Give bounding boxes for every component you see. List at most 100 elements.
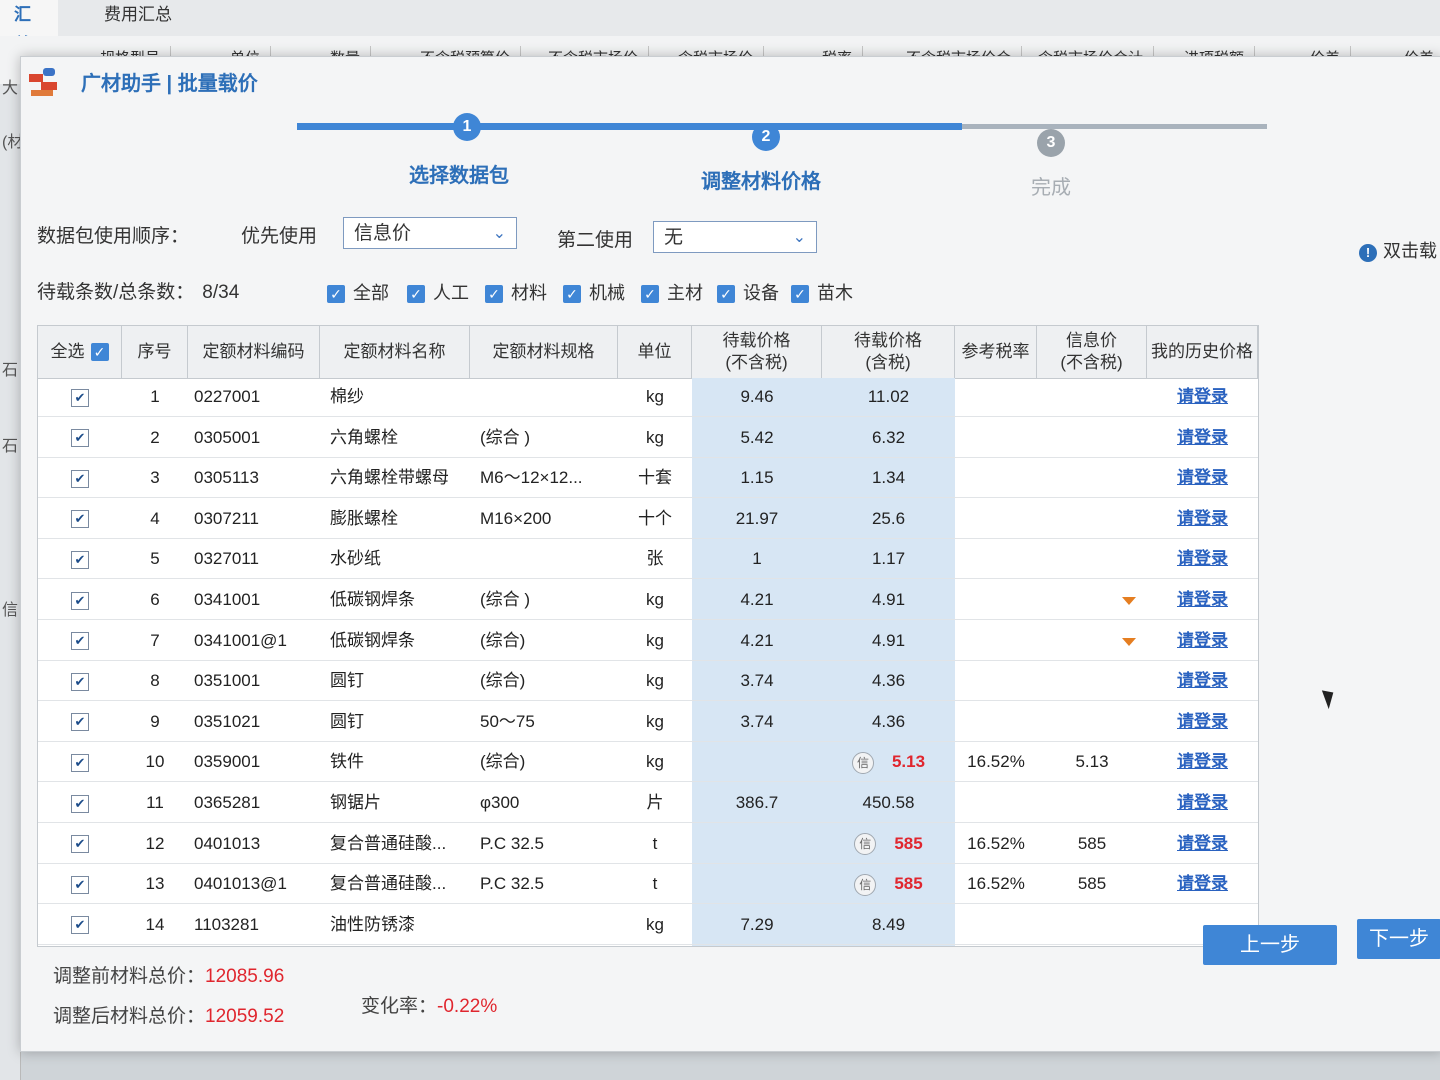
login-link[interactable]: 请登录 xyxy=(1177,468,1228,487)
checkbox-checked-icon[interactable]: ✓ xyxy=(641,285,659,304)
cell-price-in-tax[interactable]: 信 5.13 xyxy=(822,743,955,781)
row-checkbox[interactable]: ✔ xyxy=(71,469,89,488)
cell-price-in-tax[interactable]: 450.58 xyxy=(822,784,955,822)
filter-checkbox-6[interactable]: ✓ 设备 xyxy=(717,279,779,305)
cell-price-in-tax[interactable]: 4.91 xyxy=(822,622,955,660)
login-link[interactable]: 请登录 xyxy=(1177,387,1228,406)
price-flag-icon[interactable] xyxy=(1122,622,1142,660)
cell-name: 钢锯片 xyxy=(330,793,381,812)
cell-unit: 十套 xyxy=(638,468,672,488)
login-link[interactable]: 请登录 xyxy=(1177,671,1228,690)
row-checkbox[interactable]: ✔ xyxy=(71,510,89,529)
login-link[interactable]: 请登录 xyxy=(1177,549,1228,568)
cell-code: 1103281 xyxy=(194,914,259,934)
checkbox-checked-icon[interactable]: ✓ xyxy=(791,285,809,304)
row-checkbox[interactable]: ✔ xyxy=(71,753,89,772)
login-link[interactable]: 请登录 xyxy=(1177,793,1228,812)
table-row[interactable]: ✔ 14 1103281 油性防锈漆 kg 7.29 8.49 xyxy=(38,906,1258,945)
cell-price-in-tax[interactable]: 4.36 xyxy=(822,662,955,700)
price-flag-icon[interactable] xyxy=(1122,581,1142,619)
info-price-badge-icon[interactable]: 信 xyxy=(851,751,874,774)
login-link[interactable]: 请登录 xyxy=(1177,509,1228,528)
cell-price-in-tax[interactable]: 4.36 xyxy=(822,703,955,741)
row-checkbox[interactable]: ✔ xyxy=(71,713,89,732)
cell-price-in-tax[interactable]: 8.49 xyxy=(822,906,955,944)
table-row[interactable]: ✔ 7 0341001@1 低碳钢焊条 (综合) kg 4.21 4.91 请登录 xyxy=(38,622,1258,661)
cell-spec xyxy=(480,540,618,578)
table-row[interactable]: ✔ 10 0359001 铁件 (综合) kg 16.52% 5.13 信 5.13 请登录 xyxy=(38,743,1258,783)
cell-code: 0305113 xyxy=(194,468,259,488)
select-all-checkbox[interactable]: ✓ xyxy=(90,343,109,361)
cell-price-in-tax[interactable]: 11.02 xyxy=(822,378,955,416)
header-select-all[interactable]: 全选 ✓ xyxy=(38,326,122,378)
cell-price-in-tax[interactable]: 4.91 xyxy=(822,581,955,619)
row-select-cell: ✔ xyxy=(38,622,122,660)
login-link[interactable]: 请登录 xyxy=(1177,428,1228,447)
filter-checkbox-1[interactable]: ✓ 全部 xyxy=(327,279,389,305)
info-price-badge-icon[interactable]: 信 xyxy=(854,873,877,896)
login-link[interactable]: 请登录 xyxy=(1177,631,1228,650)
table-row[interactable]: ✔ 4 0307211 膨胀螺栓 M16×200 十个 21.97 25.6 请登录 xyxy=(38,500,1258,539)
login-link[interactable]: 请登录 xyxy=(1177,874,1228,893)
cell-history: 请登录 xyxy=(1147,865,1258,903)
cell-price-in-tax[interactable]: 1.34 xyxy=(822,459,955,497)
login-link[interactable]: 请登录 xyxy=(1177,834,1228,853)
checkbox-checked-icon[interactable]: ✓ xyxy=(563,285,581,304)
row-checkbox[interactable]: ✔ xyxy=(71,875,89,894)
row-checkbox[interactable]: ✔ xyxy=(71,591,89,610)
row-checkbox[interactable]: ✔ xyxy=(71,835,89,854)
table-row[interactable]: ✔ 1 0227001 棉纱 kg 9.46 11.02 请登录 xyxy=(38,378,1258,417)
login-link[interactable]: 请登录 xyxy=(1177,712,1228,731)
filter-checkbox-4[interactable]: ✓ 机械 xyxy=(563,279,625,305)
checkbox-checked-icon[interactable]: ✓ xyxy=(717,285,735,304)
checkbox-checked-icon[interactable]: ✓ xyxy=(327,285,345,304)
filter-checkbox-7[interactable]: ✓ 苗木 xyxy=(791,279,853,305)
cell-history: 请登录 xyxy=(1147,500,1258,538)
row-checkbox[interactable]: ✔ xyxy=(71,388,89,407)
row-checkbox[interactable]: ✔ xyxy=(71,672,89,691)
cell-info xyxy=(1037,784,1147,822)
table-row[interactable]: ✔ 6 0341001 低碳钢焊条 (综合 ) kg 4.21 4.91 请登录 xyxy=(38,581,1258,620)
row-checkbox[interactable]: ✔ xyxy=(71,794,89,813)
row-checkbox[interactable]: ✔ xyxy=(71,632,89,651)
cell-spec: M16×200 xyxy=(480,508,552,528)
cell-price-in-tax[interactable]: 1.17 xyxy=(822,540,955,578)
table-row[interactable]: ✔ 2 0305001 六角螺栓 (综合 ) kg 5.42 6.32 请登录 xyxy=(38,419,1258,458)
cell-history: 请登录 xyxy=(1147,540,1258,578)
second-use-select[interactable]: 无 ⌄ xyxy=(653,221,817,253)
checkbox-checked-icon[interactable]: ✓ xyxy=(485,285,503,304)
login-link[interactable]: 请登录 xyxy=(1177,590,1228,609)
table-row[interactable]: ✔ 12 0401013 复合普通硅酸... P.C 32.5 t 16.52% 585 信 58… xyxy=(38,825,1258,864)
table-row[interactable]: ✔ 13 0401013@1 复合普通硅酸... P.C 32.5 t 16.52% 585 信… xyxy=(38,865,1258,905)
background-tab-summary[interactable]: 汇总 xyxy=(0,0,58,54)
second-use-label: 第二使用 xyxy=(557,230,634,251)
row-checkbox[interactable]: ✔ xyxy=(71,916,89,935)
table-row[interactable]: ✔ 5 0327011 水砂纸 张 1 1.17 请登录 xyxy=(38,540,1258,580)
filter-checkbox-3[interactable]: ✓ 材料 xyxy=(485,279,547,305)
table-row[interactable]: ✔ 11 0365281 钢锯片 φ300 片 386.7 450.58 请登录 xyxy=(38,784,1258,823)
cell-price-in-tax[interactable]: 信 585 xyxy=(822,865,955,903)
first-use-select[interactable]: 信息价 ⌄ xyxy=(343,217,517,249)
cell-tax xyxy=(955,784,1037,822)
table-row[interactable]: ✔ 9 0351021 圆钉 50～75 kg 3.74 4.36 请登录 xyxy=(38,703,1258,742)
hint-text: 双击载 xyxy=(1383,241,1437,261)
step-1-dot: 1 xyxy=(453,113,481,141)
background-left-fragment: 石 xyxy=(2,438,19,455)
info-price-badge-icon[interactable]: 信 xyxy=(854,833,877,856)
row-checkbox[interactable]: ✔ xyxy=(71,429,89,448)
login-link[interactable]: 请登录 xyxy=(1177,752,1228,771)
next-step-button[interactable]: 下一步 xyxy=(1357,919,1440,959)
checkbox-checked-icon[interactable]: ✓ xyxy=(407,285,425,304)
cell-price-in-tax[interactable]: 6.32 xyxy=(822,419,955,457)
filter-checkbox-5[interactable]: ✓ 主材 xyxy=(641,279,703,305)
row-checkbox[interactable]: ✔ xyxy=(71,550,89,569)
table-row[interactable]: ✔ 8 0351001 圆钉 (综合) kg 3.74 4.36 请登录 xyxy=(38,662,1258,702)
prev-step-button[interactable]: 上一步 xyxy=(1203,925,1337,965)
cell-price-in-tax[interactable]: 信 585 xyxy=(822,825,955,863)
background-tab-fee-summary[interactable]: 费用汇总 xyxy=(90,0,186,36)
filter-checkbox-2[interactable]: ✓ 人工 xyxy=(407,279,469,305)
cell-price-ex xyxy=(692,743,822,781)
chevron-down-icon: ⌄ xyxy=(492,225,506,242)
table-row[interactable]: ✔ 3 0305113 六角螺栓带螺母 M6～12×12... 十套 1.15 1.34 请登录 xyxy=(38,459,1258,499)
cell-price-in-tax[interactable]: 25.6 xyxy=(822,500,955,538)
